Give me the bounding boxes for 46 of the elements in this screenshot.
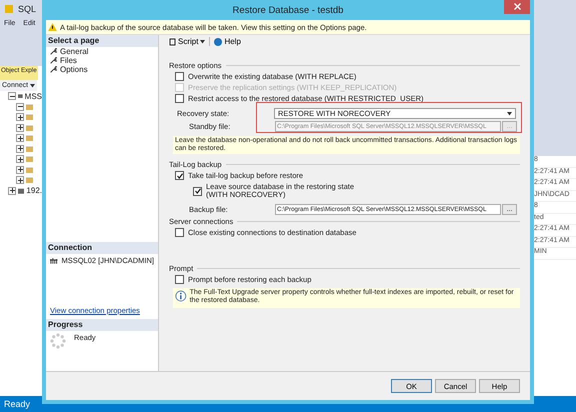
- dialog-title: Restore Database - testdb: [232, 4, 344, 16]
- wrench-icon: [50, 48, 57, 55]
- checkbox[interactable]: [175, 72, 184, 81]
- server-icon: [18, 93, 23, 100]
- caret-icon: [507, 112, 512, 116]
- expander-icon[interactable]: [16, 102, 24, 111]
- expander-icon[interactable]: [16, 166, 24, 174]
- tree-item[interactable]: MSS: [24, 92, 42, 101]
- expander-icon[interactable]: [16, 124, 24, 132]
- checkbox[interactable]: [175, 275, 184, 284]
- expander-icon[interactable]: [8, 186, 16, 195]
- page-item[interactable]: General: [46, 47, 158, 56]
- spinner-icon: [50, 333, 66, 349]
- window-title: SQL: [18, 4, 36, 14]
- checkbox[interactable]: [175, 94, 184, 103]
- pane-heading: Progress: [46, 319, 158, 331]
- expander-icon[interactable]: [16, 155, 24, 164]
- expander-icon[interactable]: [16, 176, 24, 184]
- close-icon: [514, 3, 520, 10]
- app-icon: [4, 4, 14, 14]
- expander-icon[interactable]: [16, 144, 24, 153]
- page-item[interactable]: Options: [46, 65, 158, 74]
- expander-icon[interactable]: [16, 113, 24, 122]
- warning-icon: [48, 23, 57, 31]
- status-text: Ready: [4, 399, 30, 409]
- expander-icon[interactable]: [16, 134, 24, 142]
- checkbox[interactable]: [193, 186, 202, 196]
- caret-icon: [200, 40, 206, 44]
- expander-icon[interactable]: [8, 92, 16, 100]
- server-icon: [18, 188, 24, 194]
- wrench-icon: [50, 57, 57, 64]
- script-button[interactable]: Script: [169, 37, 206, 46]
- help-icon: [214, 38, 222, 46]
- page-item[interactable]: Files: [46, 56, 158, 65]
- script-icon: [169, 38, 176, 46]
- tree-item[interactable]: 192.: [26, 186, 42, 196]
- help-button[interactable]: Help: [214, 37, 241, 46]
- checkbox[interactable]: [175, 171, 184, 180]
- close-button[interactable]: [504, 0, 530, 14]
- checkbox[interactable]: [175, 228, 184, 237]
- pane-heading: Select a page: [46, 35, 158, 47]
- wrench-icon: [50, 66, 57, 73]
- connection-icon: [50, 256, 58, 264]
- info-icon: [175, 289, 187, 303]
- caret-icon: [30, 84, 36, 88]
- pane-heading: Connection: [46, 242, 158, 254]
